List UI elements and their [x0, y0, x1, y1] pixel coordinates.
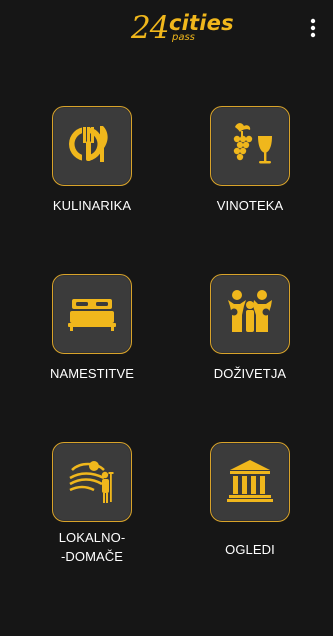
- logo-subtext: pass: [172, 32, 195, 43]
- category-namestitve[interactable]: NAMESTITVE: [32, 274, 152, 424]
- logo-number: 24: [131, 10, 169, 46]
- category-vinoteka[interactable]: VINOTEKA: [190, 106, 310, 256]
- app-screen: 24 cities pass KULINARIKA VINOTEKA NAMES…: [0, 0, 333, 636]
- farmer-icon: [62, 450, 122, 515]
- category-ogledi[interactable]: OGLEDI: [190, 442, 310, 592]
- lokalno-domace-label: LOKALNO- -DOMAČE: [58, 530, 126, 564]
- kulinarika-label: KULINARIKA: [52, 198, 132, 213]
- dozivetja-label: DOŽIVETJA: [213, 366, 287, 381]
- vinoteka-label: VINOTEKA: [216, 198, 284, 213]
- category-kulinarika[interactable]: KULINARIKA: [32, 106, 152, 256]
- dozivetja-icon-box: [210, 274, 290, 354]
- top-bar: 24 cities pass: [0, 0, 333, 56]
- ogledi-label: OGLEDI: [225, 542, 275, 557]
- family-icon: [220, 282, 280, 347]
- app-logo: 24 cities pass: [128, 8, 246, 52]
- museum-icon: [220, 450, 280, 515]
- bed-icon: [62, 282, 122, 347]
- overflow-menu-button[interactable]: [303, 15, 323, 41]
- logo-word: cities: [169, 11, 234, 35]
- wine-icon: [220, 114, 280, 179]
- dining-icon: [62, 114, 122, 179]
- vinoteka-icon-box: [210, 106, 290, 186]
- category-lokalno-domace[interactable]: LOKALNO- -DOMAČE: [32, 442, 152, 592]
- more-vertical-icon: [310, 18, 316, 38]
- kulinarika-icon-box: [52, 106, 132, 186]
- namestitve-icon-box: [52, 274, 132, 354]
- ogledi-icon-box: [210, 442, 290, 522]
- category-dozivetja[interactable]: DOŽIVETJA: [190, 274, 310, 424]
- lokalno-domace-icon-box: [52, 442, 132, 522]
- namestitve-label: NAMESTITVE: [49, 366, 135, 381]
